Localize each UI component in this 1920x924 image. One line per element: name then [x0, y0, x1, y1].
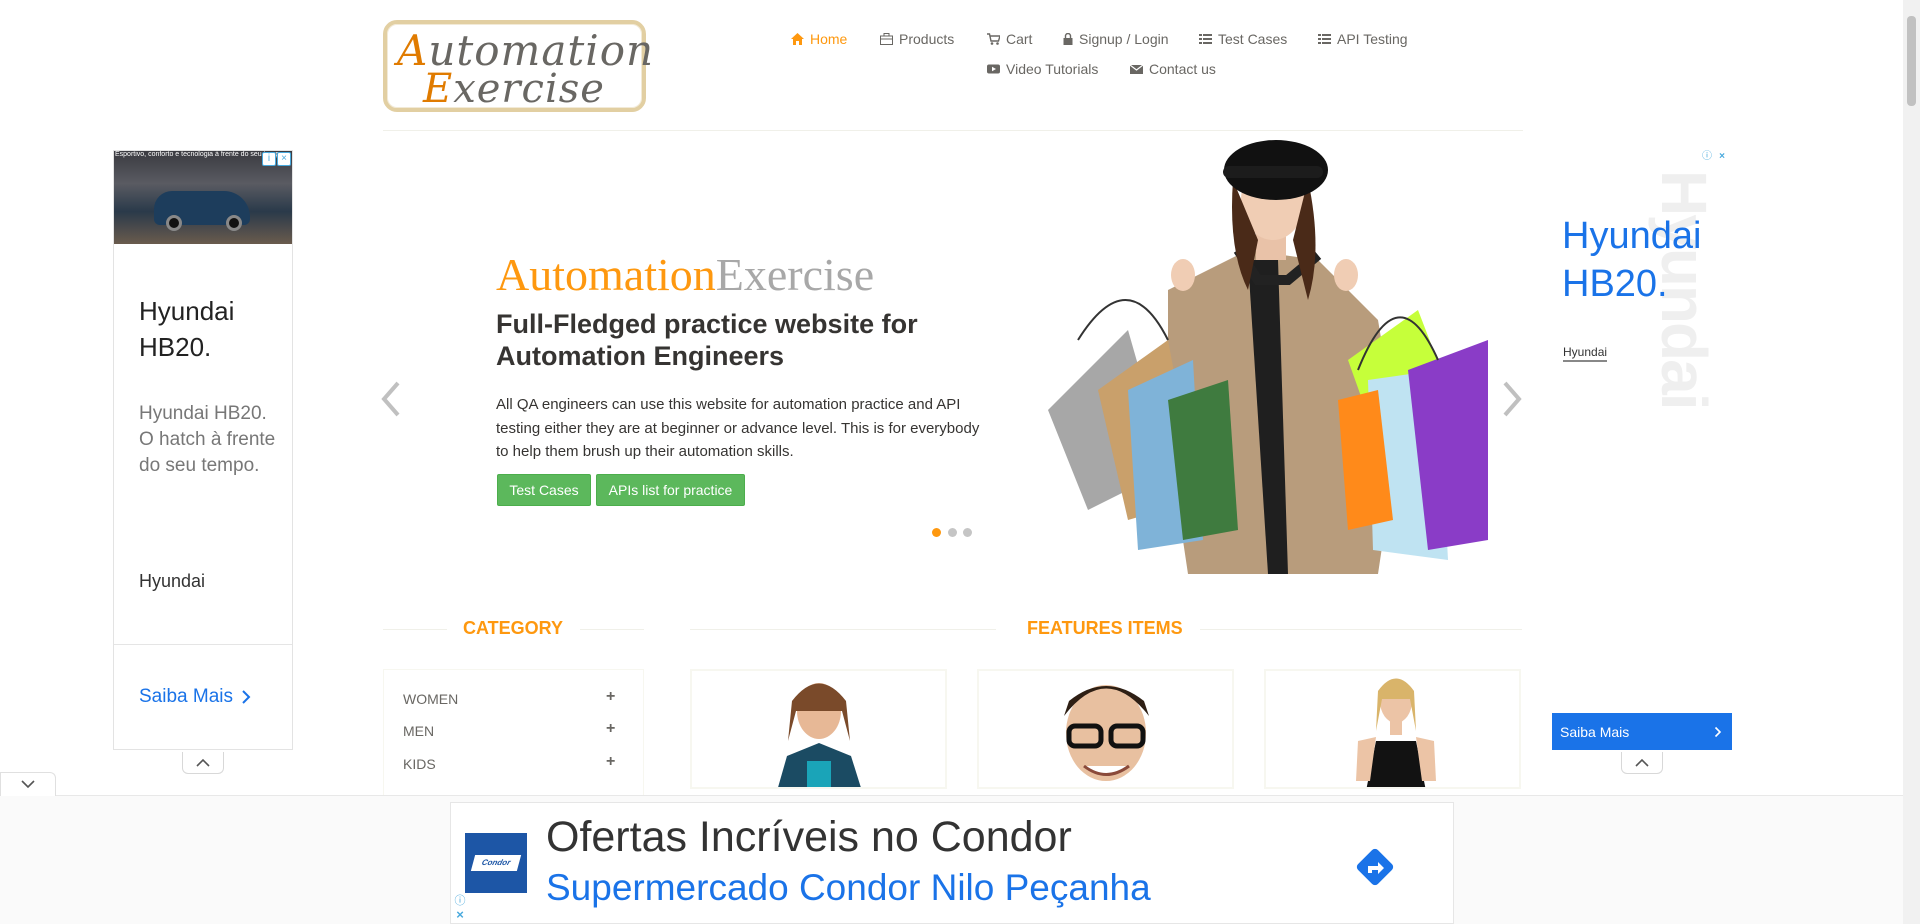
list-icon [1199, 34, 1212, 44]
features-title-rule-right [1200, 629, 1522, 630]
ad-cta-button[interactable]: Saiba Mais [139, 686, 251, 708]
condor-logo-text: Condor [470, 855, 522, 871]
nav-video-tutorials-label: Video Tutorials [1006, 61, 1099, 77]
bottom-ad[interactable]: Condor Ofertas Incríveis no Condor Super… [450, 802, 1454, 924]
chevron-right-icon [242, 690, 251, 704]
ad-cta-label: Saiba Mais [139, 686, 233, 707]
ad-cta-button[interactable]: Saiba Mais [1552, 713, 1732, 750]
nav-products[interactable]: Products [880, 31, 954, 47]
ad-image-caption: Esportivo, conforto e tecnologia à frent… [115, 151, 286, 158]
home-icon [791, 33, 804, 45]
left-ad[interactable]: Esportivo, conforto e tecnologia à frent… [113, 150, 293, 750]
scrollbar-thumb[interactable] [1907, 16, 1916, 106]
nav-test-cases[interactable]: Test Cases [1199, 31, 1287, 47]
features-title: FEATURES ITEMS [1027, 618, 1183, 638]
page-scrollbar[interactable] [1903, 0, 1920, 924]
nav-video-tutorials[interactable]: Video Tutorials [987, 61, 1098, 77]
ad-info-icon[interactable]: i [262, 152, 276, 166]
hero-shopping-girl-image [1048, 140, 1488, 574]
slider-title-gray: Exercise [715, 249, 875, 300]
features-title-rule-left [690, 629, 996, 630]
ad-brand: Hyundai [139, 571, 206, 591]
chevron-up-icon [196, 758, 210, 767]
list-icon [1318, 34, 1331, 44]
chevron-up-icon [1635, 758, 1649, 767]
product-card[interactable] [1264, 669, 1521, 789]
category-title-rule-left [383, 629, 447, 630]
ad-brand[interactable]: Hyundai [1563, 345, 1608, 362]
bottom-ad-subline[interactable]: Supermercado Condor Nilo Peçanha [546, 867, 1151, 909]
product-image [1064, 685, 1149, 781]
category-title-rule-right [580, 629, 644, 630]
category-women-toggle[interactable]: + [606, 688, 615, 706]
ad-headline-line1: Hyundai [1562, 215, 1702, 257]
apis-list-button[interactable]: APIs list for practice [596, 474, 745, 506]
product-image [1356, 678, 1436, 787]
ad-close-icon[interactable]: × [277, 152, 291, 166]
ad-info-icon[interactable]: ⓘ [1700, 151, 1714, 165]
ad-headline-line2: HB20. [139, 332, 212, 362]
nav-signup-login[interactable]: Signup / Login [1063, 31, 1169, 47]
lock-icon [1063, 33, 1073, 45]
ad-divider [114, 644, 292, 645]
product-image [778, 683, 861, 787]
right-ad[interactable]: Hyundai Hyundai HB20. Hyundai ⓘ × Saiba M… [1552, 150, 1732, 750]
nav-api-testing[interactable]: API Testing [1318, 31, 1408, 47]
right-ad-collapse-button[interactable] [1621, 752, 1663, 774]
nav-home-label: Home [810, 31, 848, 47]
carousel-indicator-2[interactable] [948, 528, 957, 537]
ad-headline-line2: HB20. [1562, 263, 1668, 305]
product-card[interactable] [977, 669, 1234, 789]
slider-title-orange: Automation [496, 249, 716, 300]
left-ad-collapse-button[interactable] [182, 752, 224, 774]
category-kids[interactable]: KIDS [403, 756, 436, 772]
category-title: CATEGORY [463, 618, 564, 638]
ad-headline-line1: Hyundai [139, 296, 235, 326]
bottom-ad-collapse-button[interactable] [0, 772, 56, 796]
ad-cta-label: Saiba Mais [1560, 723, 1630, 740]
site-logo[interactable]: Automation Exercise [383, 20, 653, 112]
nav-cart[interactable]: Cart [987, 31, 1032, 47]
logo-letter-e: E [423, 66, 454, 112]
category-men[interactable]: MEN [403, 723, 434, 739]
ad-close-icon[interactable]: × [1715, 151, 1729, 165]
envelope-icon [1130, 64, 1143, 74]
ad-close-icon[interactable]: × [453, 908, 467, 923]
slider-heading: Full-Fledged practice website for Automa… [496, 309, 918, 371]
category-panel: WOMEN + MEN + KIDS + [383, 669, 644, 809]
ad-headline: Hyundai HB20. [1562, 212, 1701, 308]
cart-icon [987, 33, 1000, 45]
car-wheel [166, 215, 182, 231]
category-women[interactable]: WOMEN [403, 691, 458, 707]
nav-test-cases-label: Test Cases [1218, 31, 1288, 47]
youtube-icon [987, 64, 1000, 74]
slider-title: AutomationExercise [496, 248, 874, 301]
carousel-indicator-3[interactable] [963, 528, 972, 537]
logo-word-2: xercise [453, 66, 605, 112]
nav-signup-login-label: Signup / Login [1079, 31, 1169, 47]
car-wheel [226, 215, 242, 231]
carousel-prev-arrow[interactable] [378, 377, 408, 421]
category-men-toggle[interactable]: + [606, 720, 615, 738]
chevron-right-icon [1714, 726, 1722, 737]
directions-icon[interactable] [1351, 843, 1399, 891]
ad-body: Hyundai HB20. O hatch à frente do seu te… [139, 403, 276, 476]
slider-description: All QA engineers can use this website fo… [496, 396, 980, 460]
header-divider [383, 130, 1523, 131]
ad-headline: Hyundai HB20. [139, 293, 234, 365]
condor-logo: Condor [465, 833, 527, 893]
bottom-ad-headline: Ofertas Incríveis no Condor [546, 813, 1072, 861]
chevron-down-icon [21, 780, 35, 789]
nav-products-label: Products [899, 31, 955, 47]
nav-home[interactable]: Home [791, 31, 847, 47]
test-cases-button[interactable]: Test Cases [497, 474, 591, 506]
nav-cart-label: Cart [1006, 31, 1033, 47]
carousel-indicator-1[interactable] [932, 528, 941, 537]
nav-api-testing-label: API Testing [1337, 31, 1408, 47]
category-kids-toggle[interactable]: + [606, 753, 615, 771]
products-icon [880, 33, 893, 45]
nav-contact-us[interactable]: Contact us [1130, 61, 1216, 77]
product-card[interactable] [690, 669, 947, 789]
nav-contact-us-label: Contact us [1149, 61, 1216, 77]
